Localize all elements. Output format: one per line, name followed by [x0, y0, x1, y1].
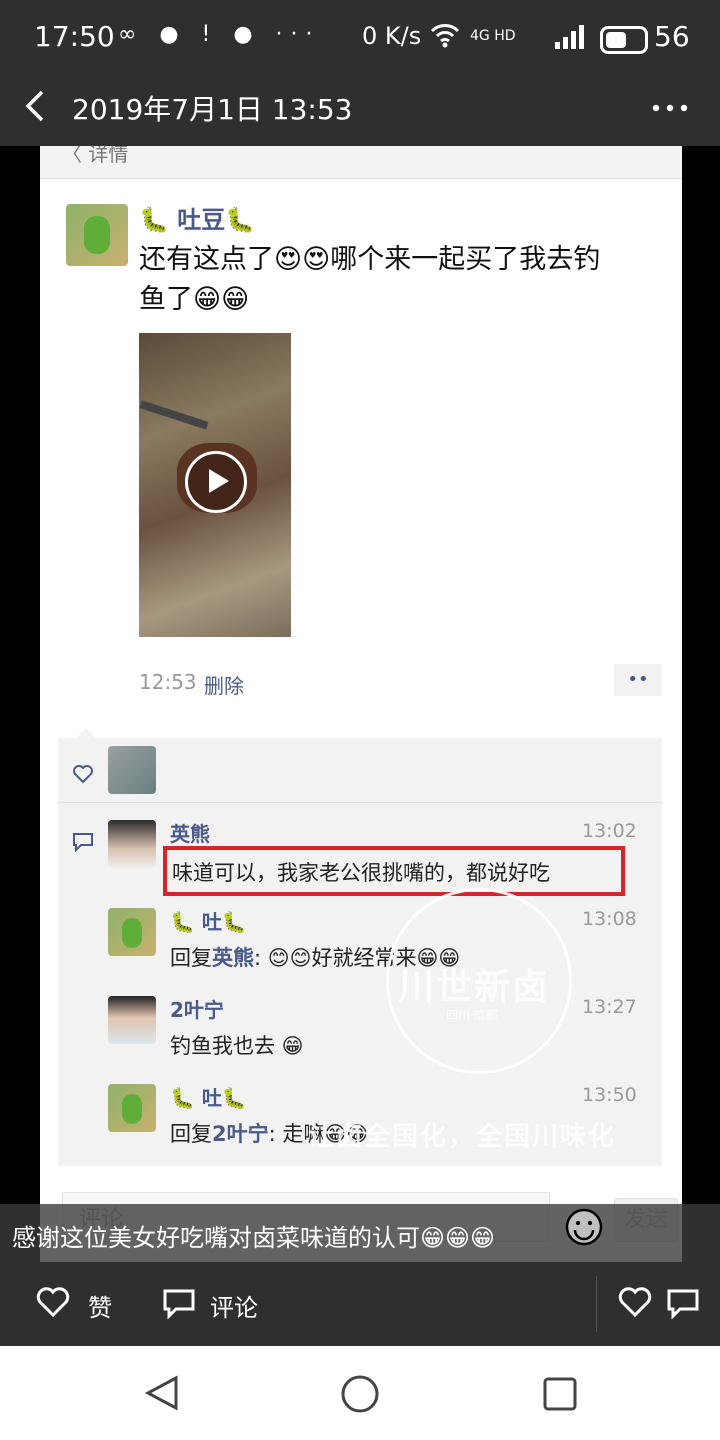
- comment-bubble-icon[interactable]: [666, 1288, 700, 1324]
- like-button[interactable]: 赞: [36, 1284, 136, 1324]
- page-title: 2019年7月1日 13:53: [72, 93, 353, 126]
- status-time: 17:50: [34, 20, 115, 53]
- reply-prefix: 回复: [170, 946, 212, 970]
- comment-time: 13:50: [582, 1084, 637, 1106]
- reply-target[interactable]: 英熊: [212, 946, 254, 970]
- heart-icon[interactable]: [618, 1286, 652, 1322]
- more-dots-icon[interactable]: [650, 78, 690, 147]
- comment-button[interactable]: 评论: [162, 1284, 282, 1324]
- chevron-left-icon[interactable]: [22, 86, 48, 135]
- action-bar: 赞 评论: [0, 1262, 720, 1346]
- tongs-shape: [139, 400, 209, 430]
- caterpillar-icon: [122, 918, 142, 948]
- wifi-icon: [430, 22, 460, 54]
- comment-avatar[interactable]: [108, 996, 156, 1044]
- system-nav-bar: [0, 1346, 720, 1440]
- watermark-brand: 川世新卤: [398, 967, 551, 1008]
- battery-percent: 56: [654, 20, 690, 53]
- caption-overlay: 感谢这位美女好吃嘴对卤菜味道的认可😁😁😁: [0, 1204, 720, 1262]
- comment-author[interactable]: 2叶宁: [170, 994, 224, 1023]
- heart-icon: [72, 764, 94, 788]
- comment-avatar[interactable]: [108, 908, 156, 956]
- detail-header: 〈 详情: [40, 146, 682, 179]
- comment-time: 13:02: [582, 820, 637, 842]
- video-thumbnail[interactable]: [139, 333, 291, 637]
- post-author-avatar[interactable]: [66, 204, 128, 266]
- comment-time: 13:27: [582, 996, 637, 1018]
- post-text-line1: 还有这点了😍😍哪个来一起买了我去钓: [139, 244, 601, 275]
- watermark-sub: 四川·成都: [446, 1008, 498, 1022]
- heart-icon: [36, 1286, 70, 1322]
- network-type-label: 4G HD: [470, 28, 516, 44]
- post-author-name[interactable]: 🐛 吐豆🐛: [139, 200, 255, 235]
- comment-time: 13:08: [582, 908, 637, 930]
- post-more-button[interactable]: ••: [614, 664, 662, 696]
- home-circle-icon[interactable]: [340, 1374, 380, 1418]
- notification-icons: ∞ ● ! ● ···: [118, 22, 321, 47]
- emoji-icon[interactable]: [564, 1207, 604, 1253]
- comment-avatar[interactable]: [108, 820, 156, 868]
- like-avatar[interactable]: [108, 746, 156, 794]
- title-bar: 2019年7月1日 13:53: [0, 76, 720, 146]
- comment-author[interactable]: 英熊: [170, 818, 210, 847]
- reply-target[interactable]: 2叶宁: [212, 1122, 269, 1146]
- recents-square-icon[interactable]: [542, 1376, 578, 1416]
- play-icon[interactable]: [185, 451, 247, 513]
- post-time: 12:53: [139, 670, 197, 694]
- battery-icon: [600, 26, 648, 54]
- comment-avatar[interactable]: [108, 1084, 156, 1132]
- caterpillar-icon: [122, 1094, 142, 1124]
- back-triangle-icon[interactable]: [144, 1374, 180, 1416]
- divider: [58, 802, 662, 803]
- detail-header-label: 〈 详情: [62, 146, 129, 166]
- reply-prefix: 回复: [170, 1122, 212, 1146]
- caterpillar-icon: [84, 216, 110, 254]
- highlight-box: 味道可以，我家老公很挑嘴的，都说好吃: [163, 846, 625, 896]
- comment-caret: [76, 728, 96, 738]
- comment-author[interactable]: 🐛 吐🐛: [170, 906, 247, 935]
- comment-author[interactable]: 🐛 吐🐛: [170, 1082, 247, 1111]
- comment-label: 评论: [210, 1294, 258, 1322]
- caption-text: 感谢这位美女好吃嘴对卤菜味道的认可😁😁😁: [12, 1224, 496, 1252]
- comment-bubble-icon: [72, 832, 94, 856]
- signal-icon: [554, 24, 586, 54]
- comment-bubble-icon: [162, 1288, 196, 1324]
- comment-text: 味道可以，我家老公很挑嘴的，都说好吃: [172, 861, 550, 885]
- network-speed: 0 K/s: [362, 22, 422, 50]
- comment-section: 英熊 13:02 味道可以，我家老公很挑嘴的，都说好吃 🐛 吐🐛 13:08 回…: [58, 738, 662, 1166]
- watermark-slogan: 让卤全国化，全国川味化: [308, 1122, 617, 1152]
- embedded-screenshot: 〈 详情 🐛 吐豆🐛 还有这点了😍😍哪个来一起买了我去钓 鱼了😁😁 12:53 …: [40, 146, 682, 1264]
- status-bar: 17:50 ∞ ● ! ● ··· 0 K/s 4G HD 56: [0, 0, 720, 76]
- battery-fill: [606, 32, 626, 48]
- like-label: 赞: [88, 1294, 112, 1322]
- post-text-line2: 鱼了😁😁: [139, 284, 250, 315]
- divider: [596, 1276, 597, 1332]
- comment-text: 钓鱼我也去 😁: [170, 1034, 304, 1058]
- delete-link[interactable]: 删除: [204, 670, 244, 699]
